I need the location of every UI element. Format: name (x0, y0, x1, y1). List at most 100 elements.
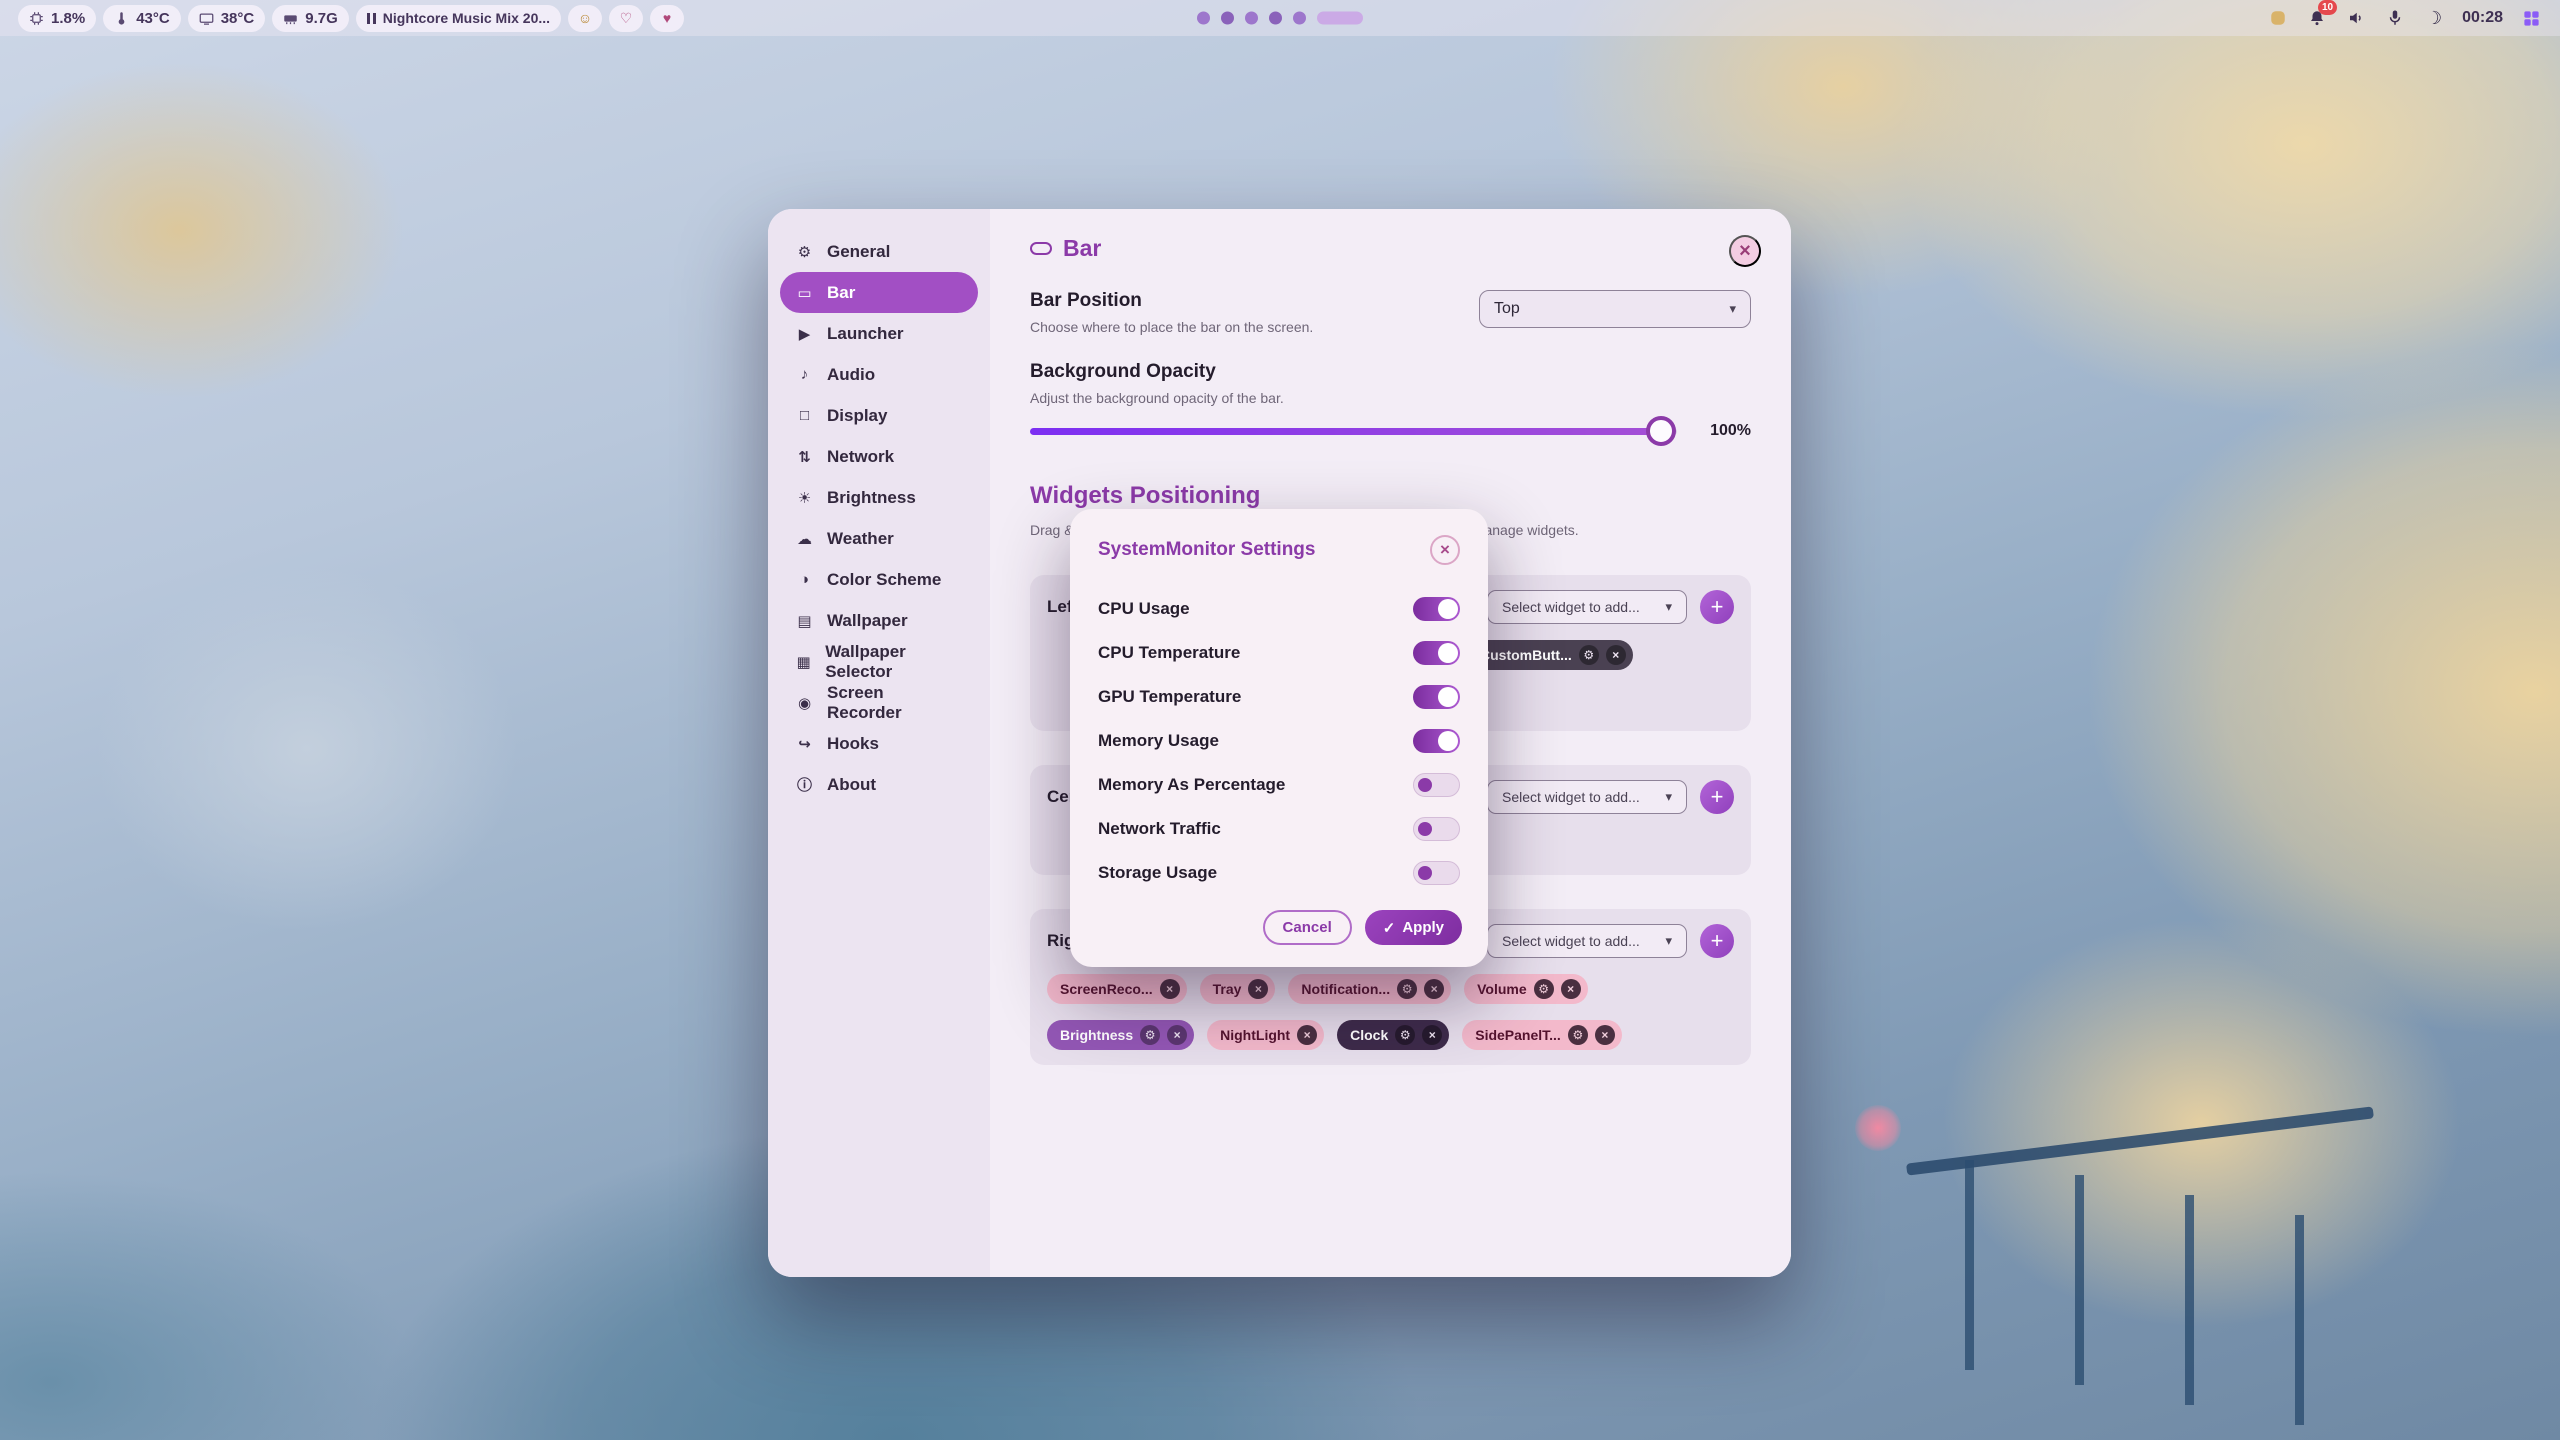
thermometer-icon (114, 11, 129, 26)
chip-settings-icon[interactable]: ⚙ (1534, 979, 1554, 999)
chip-remove-icon[interactable]: × (1167, 1025, 1187, 1045)
opacity-slider-thumb[interactable] (1646, 416, 1676, 446)
workspace-dot[interactable] (1221, 12, 1234, 25)
volume-icon[interactable] (2345, 7, 2367, 29)
widget-chip-custombutton[interactable]: CustomButt... ⚙ × (1467, 640, 1633, 670)
sidebar-item-general[interactable]: ⚙General (780, 231, 978, 272)
sidebar-item-hooks[interactable]: ↪Hooks (780, 723, 978, 764)
right-add-widget-dropdown[interactable]: Select widget to add... ▾ (1487, 924, 1687, 958)
sidebar-item-weather[interactable]: ☁Weather (780, 518, 978, 559)
workspace-dot[interactable] (1269, 12, 1282, 25)
apply-button[interactable]: ✓ Apply (1365, 910, 1462, 945)
storage-usage-toggle[interactable] (1413, 861, 1460, 885)
settings-sidebar: ⚙General ▭Bar ▶Launcher ♪Audio □Display … (768, 209, 990, 1277)
widget-chip-nightlight[interactable]: NightLight × (1207, 1020, 1324, 1050)
widget-chip-tray[interactable]: Tray × (1200, 974, 1276, 1004)
cpu-temperature-toggle[interactable] (1413, 641, 1460, 665)
chip-remove-icon[interactable]: × (1606, 645, 1626, 665)
chip-remove-icon[interactable]: × (1561, 979, 1581, 999)
systemmonitor-settings-modal: SystemMonitor Settings × CPU Usage CPU T… (1070, 509, 1488, 967)
bar-position-dropdown[interactable]: Top ▾ (1479, 290, 1751, 328)
sidebar-item-display[interactable]: □Display (780, 395, 978, 436)
pause-icon[interactable] (367, 13, 376, 24)
network-traffic-toggle[interactable] (1413, 817, 1460, 841)
chip-settings-icon[interactable]: ⚙ (1568, 1025, 1588, 1045)
cpu-usage-toggle[interactable] (1413, 597, 1460, 621)
microphone-icon[interactable] (2384, 7, 2406, 29)
widget-chip-sidepanel[interactable]: SidePanelT... ⚙ × (1462, 1020, 1622, 1050)
chip-settings-icon[interactable]: ⚙ (1579, 645, 1599, 665)
wallpaper-lamp (1855, 1105, 1901, 1151)
widget-chip-notifications[interactable]: Notification... ⚙ × (1288, 974, 1451, 1004)
toggle-row-cpu-temperature: CPU Temperature (1098, 631, 1460, 675)
center-add-widget-button[interactable]: + (1700, 780, 1734, 814)
launcher-icon: ▶ (795, 325, 814, 343)
left-add-widget-dropdown[interactable]: Select widget to add... ▾ (1487, 590, 1687, 624)
sidebar-item-bar[interactable]: ▭Bar (780, 272, 978, 313)
chevron-down-icon: ▾ (1665, 933, 1672, 949)
network-icon: ⇅ (795, 448, 814, 466)
sidebar-item-launcher[interactable]: ▶Launcher (780, 313, 978, 354)
widget-chip-brightness[interactable]: Brightness ⚙ × (1047, 1020, 1194, 1050)
chip-settings-icon[interactable]: ⚙ (1397, 979, 1417, 999)
brightness-icon: ☀ (795, 489, 814, 507)
memory-usage-toggle[interactable] (1413, 729, 1460, 753)
emoji-widget[interactable]: ☺ (568, 5, 602, 32)
sidebar-item-color-scheme[interactable]: ◑Color Scheme (780, 559, 978, 600)
widget-chip-clock[interactable]: Clock ⚙ × (1337, 1020, 1449, 1050)
sidebar-item-about[interactable]: ⓘAbout (780, 764, 978, 805)
widget-chip-volume[interactable]: Volume ⚙ × (1464, 974, 1588, 1004)
theme-icon[interactable] (2267, 7, 2289, 29)
likes-widget[interactable]: ♥ (650, 5, 684, 32)
workspace-dot[interactable] (1197, 12, 1210, 25)
chip-remove-icon[interactable]: × (1248, 979, 1268, 999)
bar-position-value: Top (1494, 300, 1520, 318)
chevron-down-icon: ▾ (1665, 599, 1672, 615)
desktop: 1.8% 43°C 38°C (0, 0, 2560, 1440)
chip-remove-icon[interactable]: × (1424, 979, 1444, 999)
workspace-dot[interactable] (1245, 12, 1258, 25)
cancel-button[interactable]: Cancel (1263, 910, 1352, 945)
bar-icon: ▭ (795, 284, 814, 302)
sidebar-item-audio[interactable]: ♪Audio (780, 354, 978, 395)
window-close-button[interactable]: × (1729, 235, 1761, 267)
chip-remove-icon[interactable]: × (1422, 1025, 1442, 1045)
chevron-down-icon: ▾ (1665, 789, 1672, 805)
notifications-icon[interactable]: 10 (2306, 7, 2328, 29)
media-player-widget[interactable]: Nightcore Music Mix 20... (356, 5, 561, 32)
chip-remove-icon[interactable]: × (1160, 979, 1180, 999)
workspace-active-pill[interactable] (1317, 12, 1363, 25)
chip-settings-icon[interactable]: ⚙ (1140, 1025, 1160, 1045)
ram-icon (283, 11, 298, 26)
chip-remove-icon[interactable]: × (1297, 1025, 1317, 1045)
chip-remove-icon[interactable]: × (1595, 1025, 1615, 1045)
sidebar-item-wallpaper-selector[interactable]: ▦Wallpaper Selector (780, 641, 978, 682)
favorites-widget[interactable]: ♡ (609, 5, 643, 32)
sidebar-item-wallpaper[interactable]: ▤Wallpaper (780, 600, 978, 641)
toggle-row-memory-as-percentage: Memory As Percentage (1098, 763, 1460, 807)
left-add-widget-button[interactable]: + (1700, 590, 1734, 624)
workspace-dot[interactable] (1293, 12, 1306, 25)
dashboard-icon[interactable] (2520, 7, 2542, 29)
modal-close-button[interactable]: × (1430, 535, 1460, 565)
about-icon: ⓘ (795, 774, 814, 795)
memory-value: 9.7G (305, 10, 338, 27)
gpu-temperature-toggle[interactable] (1413, 685, 1460, 709)
chip-settings-icon[interactable]: ⚙ (1395, 1025, 1415, 1045)
night-light-icon[interactable]: ☽ (2423, 7, 2445, 29)
heart-icon: ♡ (620, 10, 633, 27)
memory-as-percentage-toggle[interactable] (1413, 773, 1460, 797)
sidebar-item-brightness[interactable]: ☀Brightness (780, 477, 978, 518)
bar-position-row: Bar Position Choose where to place the b… (1030, 290, 1751, 335)
smiley-icon: ☺ (578, 10, 592, 26)
sidebar-item-network[interactable]: ⇅Network (780, 436, 978, 477)
media-title: Nightcore Music Mix 20... (383, 10, 550, 26)
background-opacity-label: Background Opacity (1030, 361, 1284, 383)
center-add-widget-dropdown[interactable]: Select widget to add... ▾ (1487, 780, 1687, 814)
right-add-widget-button[interactable]: + (1700, 924, 1734, 958)
widget-chip-screenrecorder[interactable]: ScreenReco... × (1047, 974, 1187, 1004)
opacity-value: 100% (1693, 422, 1751, 440)
sidebar-item-screen-recorder[interactable]: ◉Screen Recorder (780, 682, 978, 723)
opacity-slider[interactable] (1030, 428, 1677, 435)
clock[interactable]: 00:28 (2462, 9, 2503, 27)
